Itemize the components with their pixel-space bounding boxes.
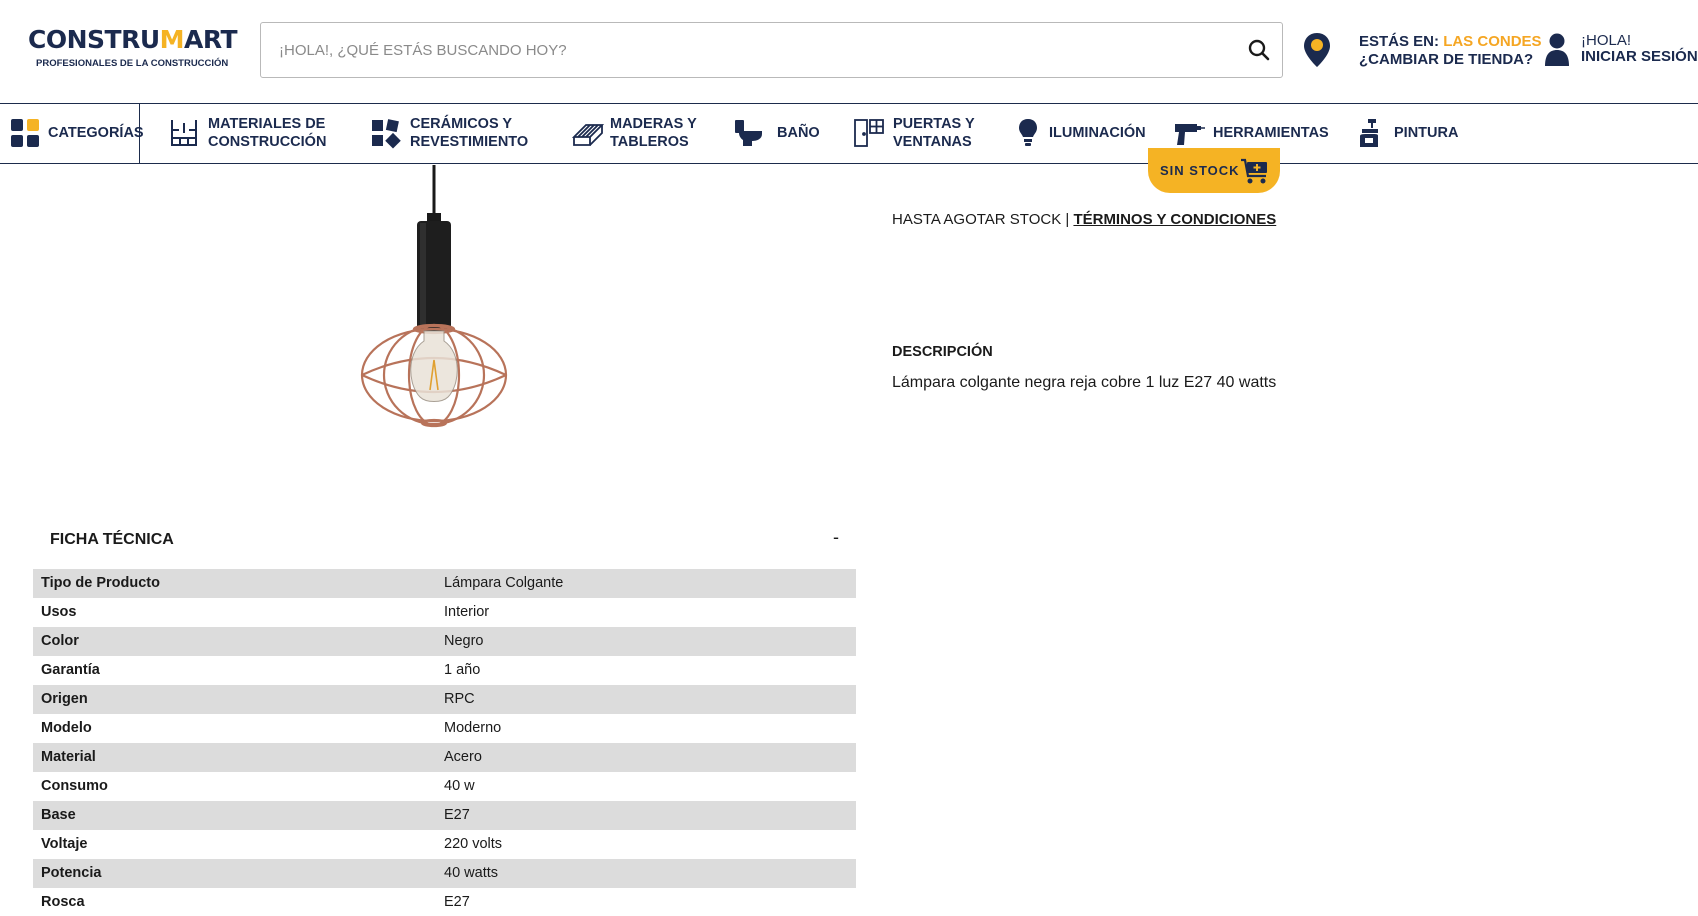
wood-icon: [572, 124, 604, 146]
spec-collapse-toggle[interactable]: -: [826, 527, 846, 548]
search-icon: [1248, 39, 1270, 61]
nav-item-label: ILUMINACIÓN: [1049, 125, 1146, 141]
nav-item-pintura[interactable]: PINTURA: [1356, 104, 1476, 164]
out-of-stock-button[interactable]: SIN STOCK: [1148, 148, 1280, 193]
nav-item-bano[interactable]: BAÑO: [732, 104, 832, 164]
account-login[interactable]: ¡HOLA! INICIAR SESIÓN: [1544, 30, 1698, 74]
paint-icon: [1360, 119, 1378, 147]
site-header: CONSTRUMART PROFESIONALES DE LA CONSTRUC…: [0, 0, 1698, 104]
nav-item-iluminacion[interactable]: ILUMINACIÓN: [1012, 104, 1152, 164]
terms-link[interactable]: TÉRMINOS Y CONDICIONES: [1073, 211, 1276, 228]
spec-key: Origen: [41, 691, 88, 707]
description-title: DESCRIPCIÓN: [892, 344, 993, 360]
table-row: Tipo de Producto Lámpara Colgante: [33, 569, 856, 598]
store-selector[interactable]: ESTÁS EN: LAS CONDES ¿CAMBIAR DE TIENDA?: [1303, 30, 1542, 74]
tiles-icon: [372, 119, 401, 149]
table-row: Usos Interior: [33, 598, 856, 627]
spec-value: E27: [444, 894, 470, 910]
spec-key: Material: [41, 749, 96, 765]
table-row: Potencia 40 watts: [33, 859, 856, 888]
table-row: Rosca E27: [33, 888, 856, 916]
spec-key: Voltaje: [41, 836, 88, 852]
table-row: Base E27: [33, 801, 856, 830]
category-nav: CATEGORÍAS MATERIALES DE CONSTRUCCIÓN CER…: [0, 104, 1698, 164]
spec-key: Garantía: [41, 662, 100, 678]
toilet-icon: [735, 120, 762, 146]
login-link[interactable]: INICIAR SESIÓN: [1581, 48, 1698, 65]
spec-key: Usos: [41, 604, 77, 620]
search-button[interactable]: [1244, 35, 1274, 65]
location-pin-icon: [1304, 33, 1330, 67]
lightbulb-icon: [1019, 119, 1037, 146]
product-image[interactable]: [100, 165, 770, 485]
account-greeting: ¡HOLA!: [1581, 32, 1632, 49]
pendant-lamp-image: [360, 165, 508, 428]
spec-key: Potencia: [41, 865, 102, 881]
door-window-icon: [854, 119, 884, 147]
logo-tagline: PROFESIONALES DE LA CONSTRUCCIÓN: [36, 58, 229, 69]
nav-item-label: MATERIALES DE CONSTRUCCIÓN: [208, 116, 327, 150]
nav-item-label: PINTURA: [1394, 125, 1459, 141]
construmart-logo[interactable]: CONSTRUMART PROFESIONALES DE LA CONSTRUC…: [28, 25, 238, 76]
nav-item-label: BAÑO: [777, 125, 820, 141]
table-row: Origen RPC: [33, 685, 856, 714]
spec-value: Negro: [444, 633, 484, 649]
search-input[interactable]: [279, 23, 1219, 77]
spec-key: Rosca: [41, 894, 85, 910]
table-row: Material Acero: [33, 743, 856, 772]
spec-table: Tipo de Producto Lámpara Colgante Usos Int…: [33, 569, 856, 916]
spec-sheet-title: FICHA TÉCNICA: [50, 531, 174, 548]
stock-label: SIN STOCK: [1160, 163, 1240, 178]
logo-wordmark: CONSTRUMART: [28, 25, 238, 54]
nav-item-ceramicos[interactable]: CERÁMICOS Y REVESTIMIENTO: [370, 104, 540, 164]
spec-key: Tipo de Producto: [41, 575, 160, 591]
nav-item-label: CERÁMICOS Y REVESTIMIENTO: [410, 116, 529, 150]
spec-value: RPC: [444, 691, 475, 707]
search-box: [260, 22, 1283, 78]
bricks-icon: [171, 120, 197, 146]
description-text: Lámpara colgante negra reja cobre 1 luz …: [892, 374, 1277, 391]
spec-key: Color: [41, 633, 79, 649]
change-store-link[interactable]: ¿CAMBIAR DE TIENDA?: [1359, 51, 1533, 68]
nav-item-puertas[interactable]: PUERTAS Y VENTANAS: [853, 104, 993, 164]
spec-value: Acero: [444, 749, 482, 765]
spec-key: Modelo: [41, 720, 92, 736]
table-row: Consumo 40 w: [33, 772, 856, 801]
user-icon: [1545, 33, 1569, 66]
spec-key: Base: [41, 807, 76, 823]
spec-value: Moderno: [444, 720, 502, 736]
nav-item-label: PUERTAS Y VENTANAS: [893, 116, 975, 150]
store-current: ESTÁS EN: LAS CONDES: [1359, 33, 1542, 50]
table-row: Modelo Moderno: [33, 714, 856, 743]
spec-value: 40 watts: [444, 865, 498, 881]
drill-icon: [1175, 124, 1205, 145]
stock-terms: HASTA AGOTAR STOCK | TÉRMINOS Y CONDICIO…: [892, 211, 1277, 228]
grid-icon: [11, 119, 39, 147]
nav-categories-label: CATEGORÍAS: [48, 125, 144, 141]
cart-add-icon: [1241, 158, 1267, 184]
nav-categories[interactable]: CATEGORÍAS: [0, 104, 144, 164]
spec-value: Interior: [444, 604, 490, 620]
table-row: Color Negro: [33, 627, 856, 656]
nav-item-label: MADERAS Y TABLEROS: [610, 116, 697, 150]
store-name: LAS CONDES: [1443, 33, 1542, 50]
spec-value: E27: [444, 807, 470, 823]
table-row: Voltaje 220 volts: [33, 830, 856, 859]
spec-key: Consumo: [41, 778, 108, 794]
spec-value: 1 año: [444, 662, 481, 678]
spec-value: Lámpara Colgante: [444, 575, 564, 591]
table-row: Garantía 1 año: [33, 656, 856, 685]
nav-item-label: HERRAMIENTAS: [1213, 125, 1329, 141]
spec-value: 220 volts: [444, 836, 503, 852]
spec-value: 40 w: [444, 778, 475, 794]
nav-item-materiales[interactable]: MATERIALES DE CONSTRUCCIÓN: [168, 104, 338, 164]
nav-item-maderas[interactable]: MADERAS Y TABLEROS: [572, 104, 712, 164]
